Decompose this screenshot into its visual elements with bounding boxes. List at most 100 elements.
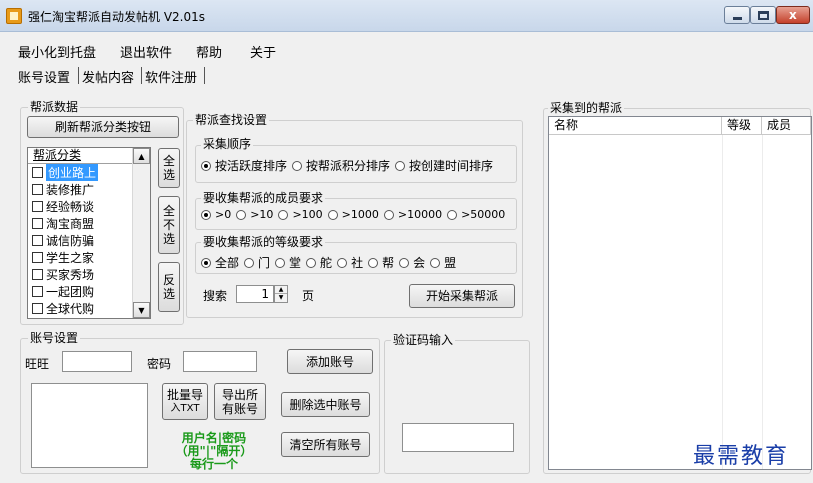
app-icon — [6, 8, 22, 24]
select-none-button[interactable]: 全不选 — [158, 196, 180, 254]
order-option-created[interactable]: 按创建时间排序 — [395, 157, 493, 174]
checkbox[interactable] — [32, 167, 43, 178]
level-legend: 要收集帮派的等级要求 — [201, 235, 326, 249]
menu-exit[interactable]: 退出软件 — [120, 42, 172, 61]
list-item[interactable]: 诚信防骗 — [28, 232, 133, 249]
page-count-input[interactable]: 1 — [236, 285, 274, 303]
members-option-1000[interactable]: >1000 — [327, 208, 379, 221]
level-option-men[interactable]: 门 — [244, 254, 270, 271]
page-count-spinner[interactable]: ▲ ▼ — [274, 285, 288, 303]
scroll-up-button[interactable]: ▲ — [133, 148, 150, 164]
scroll-down-button[interactable]: ▼ — [133, 302, 150, 318]
select-all-button[interactable]: 全选 — [158, 148, 180, 188]
order-legend: 采集顺序 — [201, 137, 254, 151]
order-option-activity[interactable]: 按活跃度排序 — [201, 157, 287, 174]
gang-data-legend: 帮派数据 — [28, 100, 81, 114]
watermark-text: 最需教育 — [693, 444, 790, 469]
maximize-icon — [758, 11, 769, 20]
maximize-button[interactable] — [750, 6, 776, 24]
category-list-header: 帮派分类 — [28, 148, 133, 164]
tab-separator — [204, 67, 205, 84]
checkbox[interactable] — [32, 252, 43, 263]
refresh-categories-button[interactable]: 刷新帮派分类按钮 — [27, 116, 179, 138]
order-option-points[interactable]: 按帮派积分排序 — [292, 157, 390, 174]
captcha-group — [384, 340, 530, 474]
column-header-level[interactable]: 等级 — [722, 117, 762, 135]
close-button[interactable]: x — [776, 6, 810, 24]
wangwang-label: 旺旺 — [25, 357, 50, 371]
level-option-duo[interactable]: 舵 — [306, 254, 332, 271]
members-option-10[interactable]: >10 — [236, 208, 273, 221]
tab-software-register[interactable]: 软件注册 — [145, 67, 197, 86]
arrow-up-icon: ▲ — [138, 151, 145, 161]
start-collect-button[interactable]: 开始采集帮派 — [409, 284, 515, 308]
tab-account-settings[interactable]: 账号设置 — [18, 67, 70, 86]
tab-separator — [141, 67, 142, 84]
list-item[interactable]: 一起团购 — [28, 283, 133, 300]
collected-list[interactable]: 名称 等级 成员 — [548, 116, 812, 470]
level-option-hui[interactable]: 会 — [399, 254, 425, 271]
wangwang-input[interactable] — [62, 351, 132, 372]
invert-selection-button[interactable]: 反选 — [158, 262, 180, 312]
menu-minimize-to-tray[interactable]: 最小化到托盘 — [18, 42, 96, 61]
password-input[interactable] — [183, 351, 257, 372]
list-item[interactable]: 经验畅谈 — [28, 198, 133, 215]
level-option-all[interactable]: 全部 — [201, 254, 239, 271]
checkbox[interactable] — [32, 218, 43, 229]
checkbox[interactable] — [32, 201, 43, 212]
members-option-50000[interactable]: >50000 — [447, 208, 505, 221]
list-item[interactable]: 淘宝商盟 — [28, 215, 133, 232]
close-icon: x — [789, 8, 797, 22]
level-option-bang[interactable]: 帮 — [368, 254, 394, 271]
tab-post-content[interactable]: 发帖内容 — [82, 67, 134, 86]
search-settings-legend: 帮派查找设置 — [193, 113, 270, 127]
category-scrollbar[interactable]: ▲ ▼ — [132, 148, 150, 318]
password-label: 密码 — [147, 357, 172, 371]
checkbox[interactable] — [32, 269, 43, 280]
list-item[interactable]: 装修推广 — [28, 181, 133, 198]
column-header-members[interactable]: 成员 — [762, 117, 811, 135]
order-options: 按活跃度排序 按帮派积分排序 按创建时间排序 — [201, 157, 498, 174]
collected-legend: 采集到的帮派 — [548, 101, 625, 115]
add-account-button[interactable]: 添加账号 — [287, 349, 373, 374]
list-item[interactable]: 创业路上 — [28, 164, 133, 181]
members-options: >0 >10 >100 >1000 >10000 >50000 — [201, 208, 510, 221]
spinner-up-icon[interactable]: ▲ — [275, 286, 287, 294]
account-settings-legend: 账号设置 — [28, 331, 81, 345]
search-label: 搜索 — [203, 289, 228, 303]
clear-all-accounts-button[interactable]: 清空所有账号 — [281, 432, 370, 457]
column-divider — [722, 135, 723, 469]
account-format-note: 用户名|密码 （用"|"隔开） 每行一个 — [175, 431, 253, 471]
menu-help[interactable]: 帮助 — [196, 42, 222, 61]
column-header-name[interactable]: 名称 — [549, 117, 722, 135]
level-options: 全部 门 堂 舵 社 帮 会 盟 — [201, 254, 461, 271]
members-option-100[interactable]: >100 — [278, 208, 323, 221]
members-option-10000[interactable]: >10000 — [383, 208, 442, 221]
minimize-icon — [733, 17, 742, 20]
account-list-box[interactable] — [31, 383, 148, 468]
captcha-input[interactable] — [402, 423, 514, 452]
window-title: 强仁淘宝帮派自动发帖机 V2.01s — [28, 10, 205, 24]
level-option-tang[interactable]: 堂 — [275, 254, 301, 271]
level-option-she[interactable]: 社 — [337, 254, 363, 271]
list-item[interactable]: 买家秀场 — [28, 266, 133, 283]
checkbox[interactable] — [32, 184, 43, 195]
list-item[interactable]: 全球代购 — [28, 300, 133, 317]
menu-about[interactable]: 关于 — [250, 42, 276, 61]
export-accounts-button[interactable]: 导出所 有账号 — [214, 383, 266, 420]
batch-import-txt-button[interactable]: 批量导 入TXT — [162, 383, 208, 420]
minimize-button[interactable] — [724, 6, 750, 24]
delete-selected-account-button[interactable]: 删除选中账号 — [281, 392, 370, 417]
arrow-down-icon: ▼ — [138, 305, 145, 315]
column-divider — [762, 135, 763, 469]
page-unit-label: 页 — [302, 289, 315, 303]
checkbox[interactable] — [32, 303, 43, 314]
level-option-meng[interactable]: 盟 — [430, 254, 456, 271]
checkbox[interactable] — [32, 235, 43, 246]
members-option-0[interactable]: >0 — [201, 208, 231, 221]
checkbox[interactable] — [32, 286, 43, 297]
list-item[interactable]: 学生之家 — [28, 249, 133, 266]
captcha-legend: 验证码输入 — [391, 333, 456, 347]
spinner-down-icon[interactable]: ▼ — [275, 294, 287, 302]
tab-separator — [78, 67, 79, 84]
